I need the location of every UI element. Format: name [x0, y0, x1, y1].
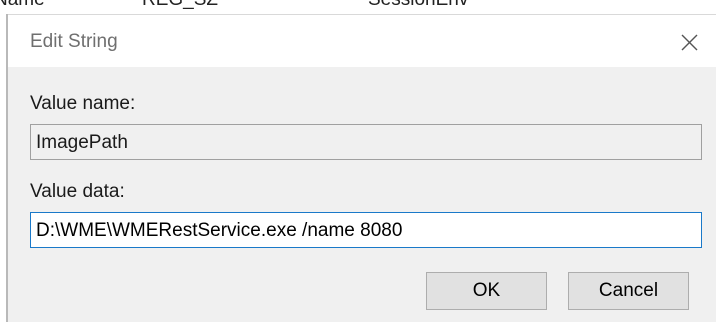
ok-button-label: OK [472, 280, 501, 301]
edit-string-dialog: Edit String Value name: ImagePath Value … [8, 14, 716, 322]
background-window-strip: Name REG_SZ SessionEnv [0, 0, 716, 14]
background-column-text: REG_SZ [142, 0, 218, 11]
value-name-field[interactable]: ImagePath [30, 124, 702, 160]
screen: Name REG_SZ SessionEnv Edit String Value… [0, 0, 716, 322]
value-name-text: ImagePath [36, 132, 128, 153]
background-column-text: Name [0, 0, 45, 11]
value-data-label: Value data: [30, 181, 125, 202]
background-column-text: SessionEnv [368, 0, 468, 11]
ok-button[interactable]: OK [426, 272, 547, 310]
cancel-button[interactable]: Cancel [568, 272, 689, 310]
value-data-input[interactable]: D:\WME\WMERestService.exe /name 8080 [30, 212, 702, 248]
cancel-button-label: Cancel [598, 280, 659, 301]
value-name-label: Value name: [30, 93, 136, 114]
close-icon [681, 34, 698, 51]
dialog-title: Edit String [30, 31, 118, 52]
dialog-titlebar: Edit String [8, 15, 716, 67]
value-data-text: D:\WME\WMERestService.exe /name 8080 [36, 220, 403, 241]
close-button[interactable] [670, 23, 708, 61]
